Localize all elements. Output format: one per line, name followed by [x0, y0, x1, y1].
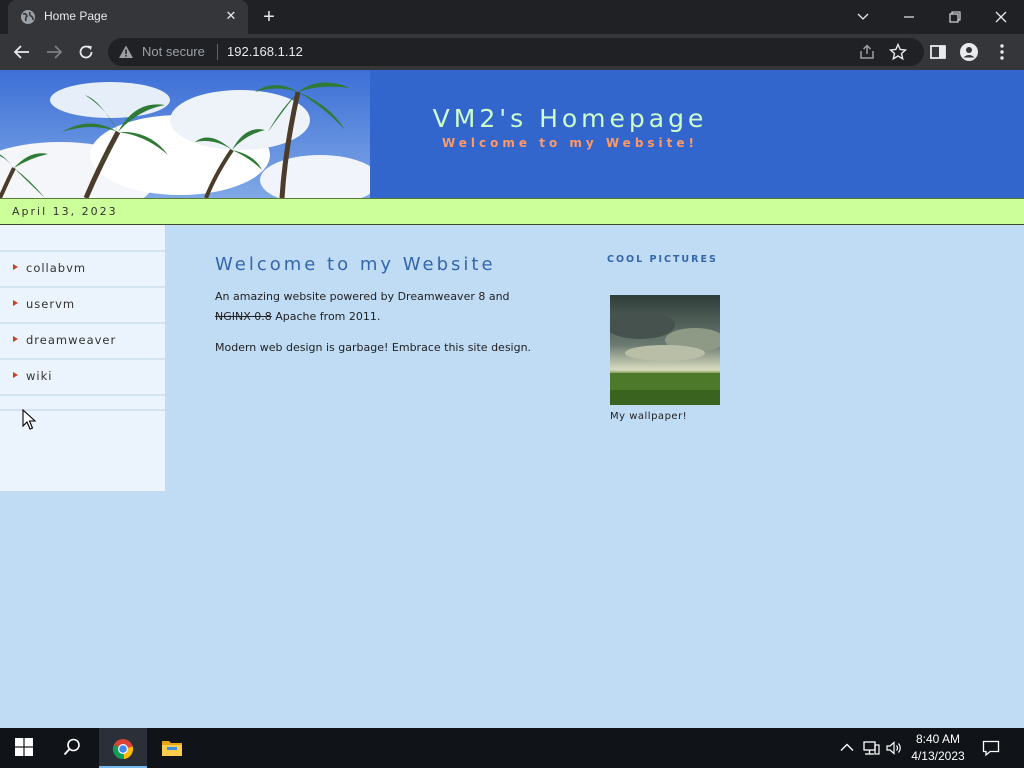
intro-paragraph: An amazing website powered by Dreamweave…: [215, 287, 535, 327]
intro-text-tail: Apache from 2011.: [275, 310, 381, 323]
clock-time: 8:40 AM: [915, 732, 961, 746]
profile-avatar-icon[interactable]: [959, 42, 979, 62]
main-heading: Welcome to my Website: [215, 254, 496, 275]
omnibox-divider: [217, 44, 218, 60]
mouse-cursor-icon: [22, 409, 36, 430]
nav-item-label[interactable]: uservm: [26, 297, 75, 311]
cool-pictures-heading: COOL PICTURES: [607, 254, 718, 265]
back-arrow-icon[interactable]: [10, 40, 34, 64]
left-sidebar-nav: collabvm uservm dreamweaver wiki: [0, 225, 165, 491]
current-date: April 13, 2023: [12, 205, 118, 218]
not-secure-label[interactable]: Not secure: [142, 44, 205, 59]
search-icon[interactable]: [48, 728, 96, 768]
windows-start-icon[interactable]: [0, 728, 48, 768]
notification-center-icon[interactable]: [982, 739, 1000, 757]
struck-text: NGINX 0.8: [215, 310, 272, 323]
browser-toolbar: Not secure 192.168.1.12: [0, 34, 1024, 70]
nav-item-dreamweaver[interactable]: dreamweaver: [0, 322, 165, 358]
nav-item-label[interactable]: collabvm: [26, 261, 86, 275]
windows-taskbar: 8:40 AM 4/13/2023: [0, 728, 1024, 768]
restore-icon[interactable]: [932, 0, 978, 34]
nav-item-collabvm[interactable]: collabvm: [0, 250, 165, 286]
share-icon[interactable]: [858, 43, 876, 61]
nav-arrow-icon: [13, 372, 18, 378]
tab-search-chevron-icon[interactable]: [840, 0, 886, 34]
nav-item-uservm[interactable]: uservm: [0, 286, 165, 322]
forward-arrow-icon[interactable]: [42, 40, 66, 64]
tab-close-icon[interactable]: ✕: [222, 8, 240, 26]
reload-icon[interactable]: [74, 40, 98, 64]
minimize-icon[interactable]: [886, 0, 932, 34]
nav-arrow-icon: [13, 264, 18, 270]
nav-arrow-icon: [13, 336, 18, 342]
kebab-menu-icon[interactable]: [992, 42, 1012, 62]
globe-icon: [21, 10, 35, 24]
nav-item-wiki[interactable]: wiki: [0, 358, 165, 394]
nav-arrow-icon: [13, 300, 18, 306]
site-title: VM2's Homepage: [432, 104, 708, 133]
new-tab-plus-icon[interactable]: +: [258, 6, 280, 28]
date-bar: April 13, 2023: [0, 198, 1024, 225]
warning-triangle-icon[interactable]: [118, 44, 134, 60]
taskbar-clock[interactable]: 8:40 AM 4/13/2023: [906, 731, 970, 765]
volume-speaker-icon[interactable]: [885, 739, 903, 757]
clock-date: 4/13/2023: [911, 749, 965, 763]
file-explorer-icon[interactable]: [148, 728, 196, 768]
web-page: VM2's Homepage Welcome to my Website! Ap…: [0, 70, 1024, 728]
address-bar[interactable]: Not secure 192.168.1.12: [108, 38, 924, 66]
nav-item-label[interactable]: dreamweaver: [26, 333, 116, 347]
tab-title: Home Page: [44, 9, 108, 23]
bookmark-star-icon[interactable]: [889, 43, 907, 61]
nav-divider: [0, 394, 165, 396]
site-header: VM2's Homepage Welcome to my Website!: [0, 70, 1024, 198]
chrome-taskbar-icon[interactable]: [99, 728, 147, 768]
side-panel-icon[interactable]: [928, 42, 948, 62]
show-hidden-icons-chevron-icon[interactable]: [838, 739, 856, 757]
intro-text: An amazing website powered by Dreamweave…: [215, 290, 510, 303]
wallpaper-image[interactable]: [610, 295, 720, 405]
network-icon[interactable]: [862, 739, 880, 757]
nav-item-label[interactable]: wiki: [26, 369, 52, 383]
close-window-icon[interactable]: [978, 0, 1024, 34]
browser-tab-home-page[interactable]: Home Page ✕: [8, 0, 248, 34]
design-paragraph: Modern web design is garbage! Embrace th…: [215, 341, 532, 354]
browser-tab-strip: Home Page ✕ +: [0, 0, 1024, 34]
palm-trees-banner-image: [0, 70, 370, 198]
url-text[interactable]: 192.168.1.12: [227, 44, 303, 59]
site-subtitle: Welcome to my Website!: [441, 136, 699, 150]
wallpaper-caption: My wallpaper!: [610, 411, 688, 422]
